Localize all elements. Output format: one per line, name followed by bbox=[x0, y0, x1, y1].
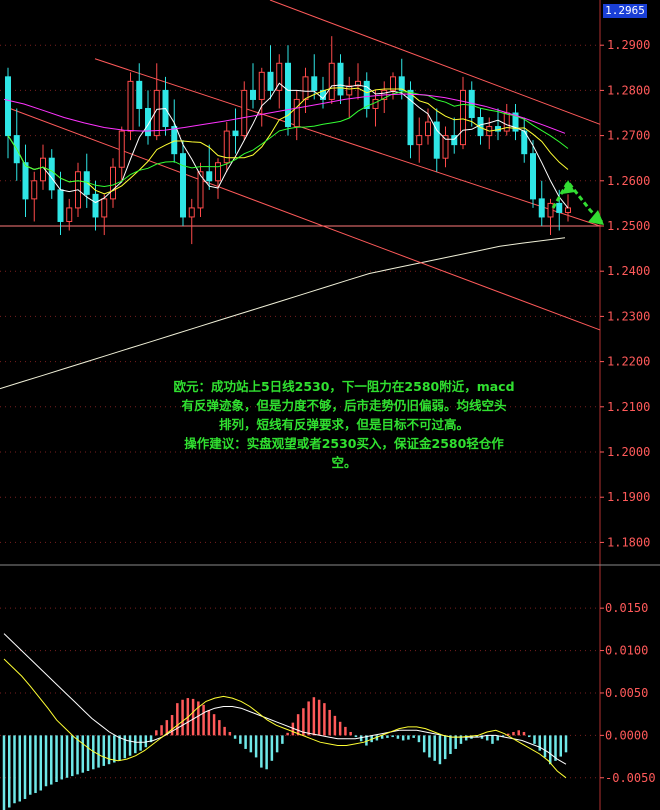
candle-body bbox=[425, 121, 431, 137]
macd-tick-label: 0.0100 bbox=[605, 644, 648, 658]
price-axis: 1.2900 1.2800 1.2700 1.2600 1.2500 1.2400 1.23… bbox=[600, 38, 656, 785]
macd-tick-label: 0.0150 bbox=[605, 601, 648, 615]
forecast-arrow bbox=[551, 179, 604, 225]
channel-upper bbox=[269, 0, 601, 125]
macd-tick-label: 0.0000 bbox=[605, 728, 648, 742]
candle-body bbox=[293, 98, 300, 128]
price-tick-label: 1.2800 bbox=[607, 83, 650, 97]
price-tick-label: 1.1900 bbox=[607, 490, 650, 504]
current-price-tag: 1.2965 bbox=[603, 4, 647, 18]
candle-body bbox=[5, 76, 11, 137]
candle-body bbox=[311, 76, 318, 91]
candle-body bbox=[241, 89, 248, 137]
candle-body bbox=[101, 198, 108, 218]
candle-body bbox=[363, 80, 370, 109]
ma200-line bbox=[0, 237, 566, 390]
candle-body bbox=[188, 207, 195, 218]
commentary-line-5: 空。 bbox=[331, 455, 357, 470]
candle-body bbox=[538, 198, 545, 218]
price-tick-label: 1.2200 bbox=[607, 355, 650, 369]
candle-body bbox=[390, 76, 396, 91]
candle-body bbox=[398, 76, 405, 91]
price-tick-label: 1.2100 bbox=[607, 400, 650, 414]
commentary-line-1: 欧元：成功站上5日线2530，下一阻力在2580附近，macd bbox=[173, 379, 515, 394]
candle-body bbox=[267, 71, 274, 91]
candle-body bbox=[31, 180, 38, 200]
candle-body bbox=[416, 135, 423, 146]
candle-body bbox=[118, 130, 125, 168]
price-tick-label: 1.1800 bbox=[607, 535, 650, 549]
candle-body bbox=[48, 157, 55, 191]
candle-body bbox=[250, 89, 256, 100]
price-tick-label: 1.2900 bbox=[607, 38, 650, 52]
candle-body bbox=[337, 62, 344, 96]
candle-body bbox=[127, 80, 134, 132]
candle-body bbox=[547, 202, 554, 218]
candle-body bbox=[57, 189, 64, 222]
commentary-box: 欧元：成功站上5日线2530，下一阻力在2580附近，macd 有反弹迹象，但是… bbox=[128, 377, 560, 472]
candle-body bbox=[302, 76, 309, 100]
candle-body bbox=[136, 80, 143, 109]
commentary-line-3: 排列，短线有反弹要求，但是目标不可过高。 bbox=[218, 417, 469, 432]
candle-body bbox=[565, 207, 571, 213]
candle-body bbox=[530, 153, 536, 200]
candle-body bbox=[556, 202, 563, 213]
candle-body bbox=[171, 126, 178, 155]
candle-body bbox=[180, 153, 186, 218]
candle-body bbox=[285, 62, 291, 128]
candle-body bbox=[328, 62, 335, 100]
ma200-line bbox=[0, 237, 566, 390]
candle-body bbox=[22, 162, 29, 200]
price-tick-label: 1.2400 bbox=[607, 264, 650, 278]
candle-body bbox=[110, 166, 116, 200]
price-tick-label: 1.2500 bbox=[607, 219, 650, 233]
macd-tick-label: 0.0050 bbox=[605, 686, 648, 700]
price-tick-label: 1.2700 bbox=[607, 129, 650, 143]
candle-body bbox=[258, 71, 265, 100]
forex-chart-panel: 1.2900 1.2800 1.2700 1.2600 1.2500 1.2400 1.23… bbox=[0, 0, 660, 810]
channel-lower bbox=[9, 108, 601, 331]
macd-tick-label: -0.0050 bbox=[605, 771, 656, 785]
candle-body bbox=[206, 171, 213, 182]
candle-body bbox=[66, 207, 73, 222]
candle-body bbox=[215, 162, 221, 182]
price-tick-label: 1.2000 bbox=[607, 445, 650, 459]
candle-body bbox=[92, 193, 99, 218]
trend-channels bbox=[0, 0, 601, 331]
candle-body bbox=[232, 130, 239, 137]
arrow-head-up bbox=[562, 180, 575, 194]
commentary-line-2: 有反弹迹象，但是力度不够，后市走势仍旧偏弱。均线空头 bbox=[181, 398, 507, 413]
candle-body bbox=[460, 89, 466, 146]
macd-panel bbox=[2, 633, 568, 810]
price-tick-label: 1.2300 bbox=[607, 309, 650, 323]
price-tick-label: 1.2600 bbox=[607, 174, 650, 188]
commentary-line-4: 操作建议：实盘观望或者2530买入，保证金2580轻仓作 bbox=[184, 436, 504, 451]
candle-body bbox=[372, 98, 379, 109]
